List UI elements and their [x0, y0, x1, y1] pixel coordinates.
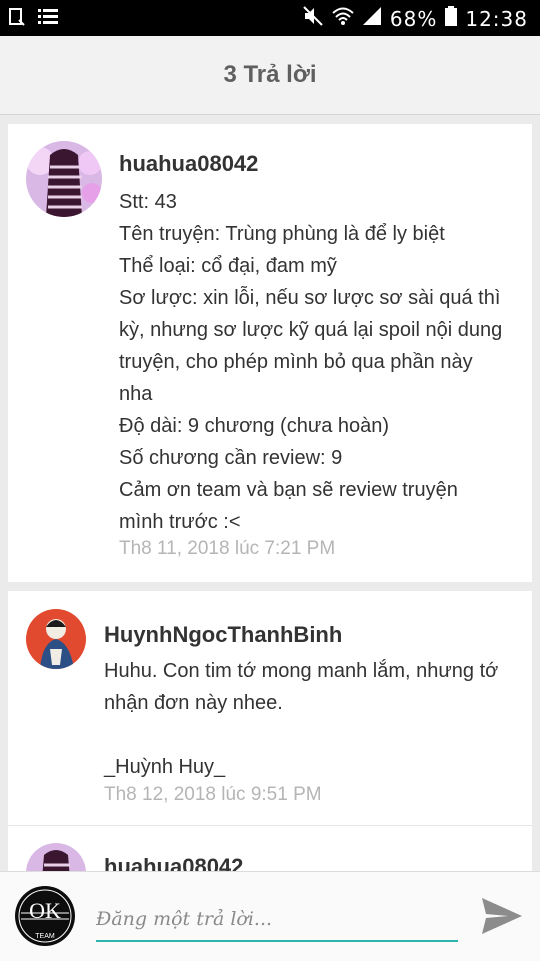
reply-line: nha [119, 383, 153, 405]
reply-bar: OK TEAM [0, 871, 540, 961]
reply-line: Số chương cần review: 9 [119, 447, 343, 469]
reply-line: truyện, cho phép mình bỏ qua phần này [119, 351, 473, 373]
list-icon [38, 8, 58, 30]
signal-icon [362, 6, 382, 31]
page-title: 3 Trả lời [223, 61, 317, 88]
send-button[interactable] [480, 896, 524, 936]
avatar[interactable] [26, 609, 86, 669]
reply-line: Cảm ơn team và bạn sẽ review truyện [119, 479, 458, 501]
reply-author[interactable]: HuynhNgocThanhBinh [104, 622, 342, 648]
reply-body: Huhu. Con tim tớ mong manh lắm, nhưng tớ… [104, 655, 498, 783]
send-icon [482, 898, 522, 934]
reply-line: mình trước :< [119, 511, 241, 533]
reply-line: nhận đơn này nhee. [104, 692, 283, 714]
svg-text:OK: OK [29, 898, 61, 923]
wifi-icon [332, 6, 354, 31]
reply-line: kỳ, nhưng sơ lược kỹ quá lại spoil nội d… [119, 319, 503, 341]
reply-timestamp: Th8 12, 2018 lúc 9:51 PM [104, 784, 322, 805]
reply-timestamp: Th8 11, 2018 lúc 7:21 PM [119, 538, 336, 559]
thread-header: 3 Trả lời [0, 36, 540, 115]
avatar[interactable] [26, 141, 102, 217]
battery-percent: 68% [389, 6, 438, 31]
reply-line: Sơ lược: xin lỗi, nếu sơ lược sơ sài quá… [119, 287, 501, 309]
reply-line [104, 719, 498, 751]
screenshot-icon [8, 7, 26, 31]
status-bar: 68% 12:38 [0, 0, 540, 36]
reply-card: huahua08042 Stt: 43 Tên truyện: Trùng ph… [8, 124, 532, 582]
divider [8, 825, 532, 826]
reply-line: Stt: 43 [119, 191, 177, 213]
reply-input[interactable] [96, 898, 458, 942]
reply-line: _Huỳnh Huy_ [104, 756, 226, 778]
reply-body: Stt: 43 Tên truyện: Trùng phùng là để ly… [119, 186, 502, 538]
reply-line: Huhu. Con tim tớ mong manh lắm, nhưng tớ [104, 660, 499, 682]
reply-line: Thể loại: cổ đại, đam mỹ [119, 255, 337, 277]
mute-icon [302, 5, 324, 32]
reply-line: Tên truyện: Trùng phùng là để ly biệt [119, 223, 445, 245]
svg-text:TEAM: TEAM [35, 933, 55, 940]
reply-author[interactable]: huahua08042 [119, 151, 258, 177]
reply-card: HuynhNgocThanhBinh Huhu. Con tim tớ mong… [8, 591, 532, 903]
clock: 12:38 [465, 6, 528, 31]
team-logo: OK TEAM [15, 886, 75, 946]
reply-line: Độ dài: 9 chương (chưa hoàn) [119, 415, 390, 437]
battery-icon [445, 6, 458, 31]
